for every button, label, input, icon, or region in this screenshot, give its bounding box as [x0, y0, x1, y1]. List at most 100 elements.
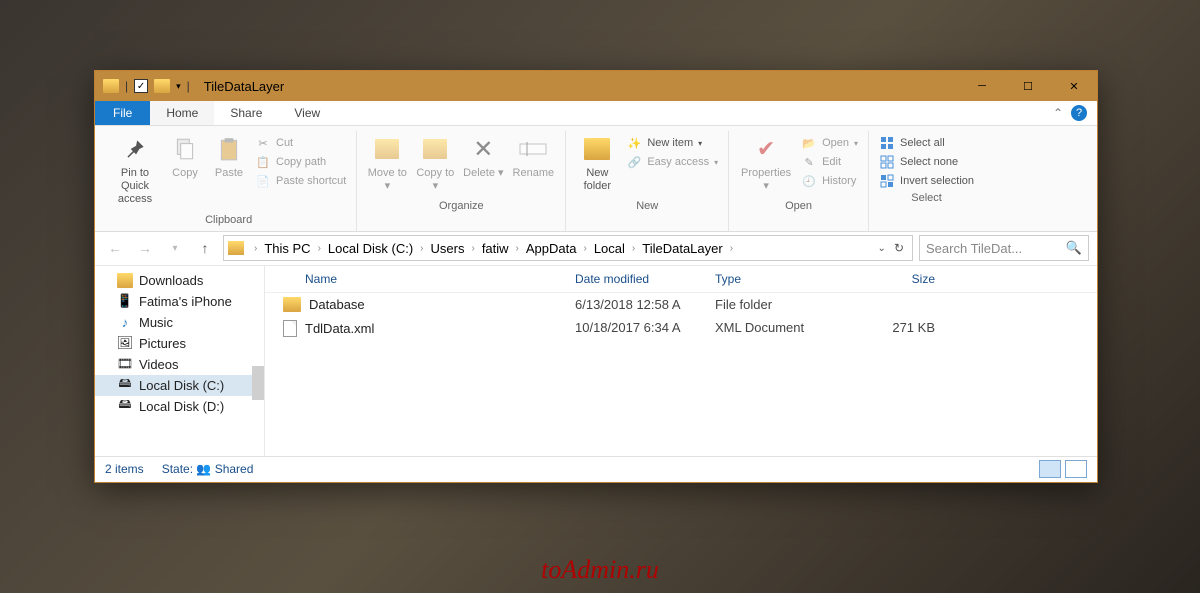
breadcrumb-item[interactable]: AppData [523, 241, 580, 256]
group-label: Select [911, 189, 942, 209]
chevron-right-icon[interactable]: › [512, 243, 523, 254]
forward-button[interactable]: → [133, 236, 157, 260]
ribbon-group-organize: Move to ▾ Copy to ▾ ✕ Delete ▾ Rename Or… [357, 131, 566, 231]
history-button[interactable]: 🕘History [801, 173, 858, 189]
help-icon[interactable]: ? [1071, 105, 1087, 121]
people-icon: 👥 [196, 462, 211, 476]
back-button[interactable]: ← [103, 236, 127, 260]
select-all-button[interactable]: Select all [879, 135, 974, 151]
breadcrumb-item[interactable]: Users [428, 241, 468, 256]
column-date[interactable]: Date modified [565, 266, 705, 292]
close-button[interactable]: ✕ [1051, 71, 1097, 101]
navigation-pane[interactable]: Downloads 📱Fatima's iPhone ♪Music 🖼Pictu… [95, 266, 265, 456]
up-button[interactable]: ↑ [193, 236, 217, 260]
tab-file[interactable]: File [95, 101, 150, 125]
file-list[interactable]: Name Date modified Type Size Database 6/… [265, 266, 1097, 456]
new-folder-icon [582, 135, 612, 163]
group-label: Clipboard [205, 211, 252, 231]
titlebar[interactable]: | ✓ ▾ | TileDataLayer ─ ☐ ✕ [95, 71, 1097, 101]
sidebar-item-downloads[interactable]: Downloads [95, 270, 264, 291]
select-none-button[interactable]: Select none [879, 154, 974, 170]
sidebar-item-pictures[interactable]: 🖼Pictures [95, 333, 264, 354]
downloads-icon [117, 273, 133, 287]
breadcrumb-item[interactable]: Local [591, 241, 628, 256]
paste-button[interactable]: Paste [207, 131, 251, 197]
phone-icon: 📱 [117, 294, 133, 308]
properties-button[interactable]: ✔ Properties ▾ [735, 131, 797, 197]
ribbon-collapse-icon[interactable]: ⌃ [1053, 106, 1063, 120]
sidebar-scrollbar[interactable] [252, 366, 264, 400]
copy-button[interactable]: Copy [163, 131, 207, 197]
ribbon: Pin to Quick access Copy Paste ✂Cut 📋Cop… [95, 126, 1097, 232]
tab-view[interactable]: View [278, 101, 336, 125]
group-label: New [636, 197, 658, 217]
qat-checkbox-icon[interactable]: ✓ [134, 79, 148, 93]
chevron-right-icon[interactable]: › [628, 243, 639, 254]
move-to-icon [372, 135, 402, 163]
sidebar-item-music[interactable]: ♪Music [95, 312, 264, 333]
qat-dropdown-icon[interactable]: ▾ [176, 81, 181, 92]
new-item-button[interactable]: ✨New item ▾ [626, 135, 718, 151]
content-area: Downloads 📱Fatima's iPhone ♪Music 🖼Pictu… [95, 266, 1097, 456]
rename-button[interactable]: Rename [507, 131, 559, 197]
invert-selection-button[interactable]: Invert selection [879, 173, 974, 189]
chevron-right-icon[interactable]: › [416, 243, 427, 254]
edit-button[interactable]: ✎Edit [801, 154, 858, 170]
easy-access-button[interactable]: 🔗Easy access ▾ [626, 154, 718, 170]
explorer-window: | ✓ ▾ | TileDataLayer ─ ☐ ✕ File Home Sh… [94, 70, 1098, 483]
state-indicator: State: 👥 Shared [162, 462, 254, 476]
tab-home[interactable]: Home [150, 101, 214, 125]
minimize-button[interactable]: ─ [959, 71, 1005, 101]
search-icon[interactable]: 🔍 [1066, 240, 1082, 256]
window-title: TileDataLayer [198, 79, 284, 94]
maximize-button[interactable]: ☐ [1005, 71, 1051, 101]
sidebar-item-iphone[interactable]: 📱Fatima's iPhone [95, 291, 264, 312]
sidebar-item-videos[interactable]: 🎞Videos [95, 354, 264, 375]
copy-to-button[interactable]: Copy to ▾ [411, 131, 459, 197]
column-headers: Name Date modified Type Size [265, 266, 1097, 293]
large-icons-view-button[interactable] [1065, 460, 1087, 478]
copy-icon [170, 135, 200, 163]
column-size[interactable]: Size [845, 266, 945, 292]
sidebar-item-local-disk-d[interactable]: 🖴Local Disk (D:) [95, 396, 264, 417]
pin-quick-access-button[interactable]: Pin to Quick access [107, 131, 163, 211]
ribbon-group-clipboard: Pin to Quick access Copy Paste ✂Cut 📋Cop… [101, 131, 357, 231]
breadcrumb-item[interactable]: TileDataLayer [639, 241, 725, 256]
breadcrumb-item[interactable]: This PC [261, 241, 313, 256]
file-row[interactable]: Database 6/13/2018 12:58 A File folder [265, 293, 1097, 316]
breadcrumb-item[interactable]: Local Disk (C:) [325, 241, 416, 256]
chevron-right-icon[interactable]: › [314, 243, 325, 254]
move-to-button[interactable]: Move to ▾ [363, 131, 411, 197]
item-count: 2 items [105, 462, 144, 476]
address-bar[interactable]: › This PC› Local Disk (C:)› Users› fatiw… [223, 235, 913, 261]
chevron-right-icon[interactable]: › [467, 243, 478, 254]
copy-path-icon: 📋 [255, 154, 271, 170]
sidebar-item-local-disk-c[interactable]: 🖴Local Disk (C:) [95, 375, 264, 396]
refresh-button[interactable]: ↻ [894, 241, 904, 255]
new-folder-button[interactable]: New folder [572, 131, 622, 197]
cut-button[interactable]: ✂Cut [255, 135, 346, 151]
qat-folder-icon[interactable] [154, 79, 170, 93]
folder-icon [283, 297, 301, 312]
column-type[interactable]: Type [705, 266, 845, 292]
search-placeholder: Search TileDat... [926, 241, 1022, 256]
column-name[interactable]: Name [265, 266, 565, 292]
select-none-icon [879, 154, 895, 170]
chevron-right-icon[interactable]: › [579, 243, 590, 254]
open-button[interactable]: 📂Open ▾ [801, 135, 858, 151]
pin-icon [120, 135, 150, 163]
search-input[interactable]: Search TileDat... 🔍 [919, 235, 1089, 261]
address-dropdown-icon[interactable]: ⌄ [878, 243, 886, 254]
tab-share[interactable]: Share [214, 101, 278, 125]
paste-shortcut-button[interactable]: 📄Paste shortcut [255, 173, 346, 189]
chevron-right-icon[interactable]: › [726, 243, 737, 254]
details-view-button[interactable] [1039, 460, 1061, 478]
chevron-right-icon[interactable]: › [250, 243, 261, 254]
delete-button[interactable]: ✕ Delete ▾ [459, 131, 507, 197]
recent-locations-button[interactable]: ▾ [163, 236, 187, 260]
breadcrumb-item[interactable]: fatiw [479, 241, 512, 256]
ribbon-group-new: New folder ✨New item ▾ 🔗Easy access ▾ Ne… [566, 131, 729, 231]
copy-path-button[interactable]: 📋Copy path [255, 154, 346, 170]
properties-icon: ✔ [751, 135, 781, 163]
file-row[interactable]: TdlData.xml 10/18/2017 6:34 A XML Docume… [265, 316, 1097, 341]
